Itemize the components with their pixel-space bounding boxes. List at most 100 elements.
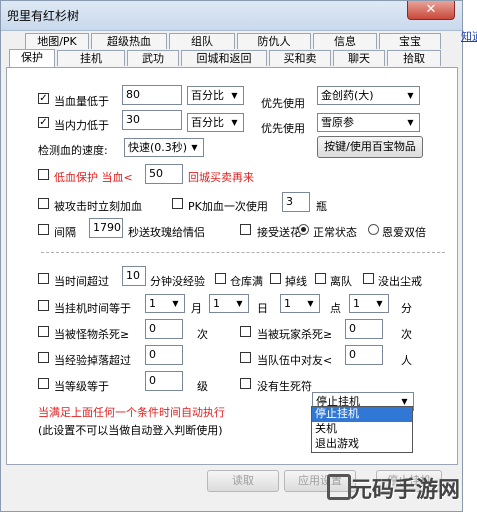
tab-martial[interactable]: 武功 bbox=[127, 50, 179, 66]
interval-checkbox[interactable] bbox=[38, 224, 49, 235]
no-dust-checkbox[interactable] bbox=[363, 273, 374, 284]
friend-label: 当队伍中对友< bbox=[257, 354, 333, 367]
mp-checkbox[interactable]: ✓ bbox=[38, 117, 49, 128]
action-option-shutdown[interactable]: 关机 bbox=[312, 422, 412, 437]
friend-input[interactable]: 0 bbox=[345, 345, 383, 365]
level-checkbox[interactable] bbox=[38, 378, 49, 389]
no-talisman-checkbox[interactable] bbox=[240, 378, 251, 389]
monster-kill-checkbox[interactable] bbox=[38, 326, 49, 337]
speed-select[interactable]: 快速(0.3秒) ▼ bbox=[124, 138, 204, 157]
close-button[interactable]: ✕ bbox=[407, 1, 455, 20]
hour-select[interactable]: 1 ▼ bbox=[280, 294, 320, 313]
tab-anti-enemy[interactable]: 防仇人 bbox=[237, 33, 311, 49]
level-input[interactable]: 0 bbox=[145, 371, 183, 391]
chevron-down-icon: ▼ bbox=[407, 118, 414, 127]
minute-value: 1 bbox=[353, 297, 360, 310]
chevron-down-icon: ▼ bbox=[231, 91, 238, 100]
warehouse-full-checkbox[interactable] bbox=[215, 273, 226, 284]
no-talisman-label: 没有生死符 bbox=[257, 380, 312, 393]
read-button[interactable]: 读取 bbox=[207, 470, 279, 492]
mp-unit-select[interactable]: 百分比 ▼ bbox=[187, 113, 244, 132]
time-over-checkbox[interactable] bbox=[38, 273, 49, 284]
time-over-suffix: 分钟没经验 bbox=[150, 275, 205, 288]
accept-flower-checkbox[interactable] bbox=[240, 224, 251, 235]
tab-hang[interactable]: 挂机 bbox=[57, 50, 125, 66]
no-dust-label: 没出尘戒 bbox=[378, 275, 422, 288]
action-dropdown-list: 停止挂机 关机 退出游戏 bbox=[311, 406, 413, 453]
exp-drop-checkbox[interactable] bbox=[38, 352, 49, 363]
app-window: 兜里有红杉树 ✕ 地图/PK 超级热血 组队 防仇人 信息 宝宝 保护 挂机 武… bbox=[0, 0, 463, 512]
interval-input[interactable]: 1790 bbox=[89, 218, 123, 238]
normal-state-radio[interactable] bbox=[298, 224, 309, 235]
tab-chat[interactable]: 聊天 bbox=[333, 50, 385, 66]
tab-protect[interactable]: 保护 bbox=[9, 49, 55, 67]
chevron-down-icon: ▼ bbox=[231, 118, 238, 127]
tab-buy-sell[interactable]: 买和卖 bbox=[269, 50, 331, 66]
love-double-radio[interactable] bbox=[368, 224, 379, 235]
action-option-stop-hang[interactable]: 停止挂机 bbox=[312, 407, 412, 422]
mp-unit-value: 百分比 bbox=[191, 116, 224, 129]
hp-checkbox[interactable]: ✓ bbox=[38, 93, 49, 104]
tab-info[interactable]: 信息 bbox=[313, 33, 377, 49]
exp-drop-input[interactable]: 0 bbox=[145, 345, 183, 365]
day-unit: 日 bbox=[257, 302, 268, 315]
friend-checkbox[interactable] bbox=[240, 352, 251, 363]
watermark-logo-icon bbox=[327, 474, 351, 500]
watermark: 元码手游网 bbox=[350, 478, 461, 503]
login-note: (此设置不可以当做自动登入判断使用) bbox=[38, 424, 223, 437]
tab-super-rage[interactable]: 超级热血 bbox=[91, 33, 167, 49]
mp-label: 当内力低于 bbox=[54, 119, 109, 132]
background-strip bbox=[463, 0, 477, 512]
level-label: 当等级等于 bbox=[54, 380, 109, 393]
low-hp-input[interactable]: 50 bbox=[145, 164, 183, 184]
tab-pickup[interactable]: 拾取 bbox=[387, 50, 441, 66]
title-bar: 兜里有红杉树 ✕ bbox=[1, 1, 462, 31]
low-hp-suffix: 回城买卖再来 bbox=[188, 171, 254, 184]
player-kill-checkbox[interactable] bbox=[240, 326, 251, 337]
mp-threshold-input[interactable]: 30 bbox=[122, 110, 182, 130]
chevron-down-icon: ▼ bbox=[236, 299, 243, 308]
disconnect-checkbox[interactable] bbox=[270, 273, 281, 284]
hp-priority-label: 优先使用 bbox=[261, 97, 305, 110]
pk-count-input[interactable]: 3 bbox=[282, 192, 310, 212]
team-leave-checkbox[interactable] bbox=[315, 273, 326, 284]
pk-label: PK加血一次使用 bbox=[188, 200, 268, 213]
tab-return-city[interactable]: 回城和返回 bbox=[181, 50, 267, 66]
mp-item-value: 雪原参 bbox=[321, 116, 354, 129]
attacked-checkbox[interactable] bbox=[38, 198, 49, 209]
love-double-label: 恩爱双倍 bbox=[382, 226, 426, 239]
low-hp-checkbox[interactable] bbox=[38, 169, 49, 180]
pk-checkbox[interactable] bbox=[172, 198, 183, 209]
attacked-label: 被攻击时立刻加血 bbox=[54, 200, 142, 213]
exp-drop-label: 当经验掉落超过 bbox=[54, 354, 131, 367]
hp-threshold-input[interactable]: 80 bbox=[122, 85, 182, 105]
hp-item-select[interactable]: 金创药(大) ▼ bbox=[317, 86, 420, 105]
hour-value: 1 bbox=[284, 297, 291, 310]
background-link[interactable]: 知道 bbox=[461, 28, 477, 44]
time-over-input[interactable]: 10 bbox=[122, 266, 146, 286]
tab-map-pk[interactable]: 地图/PK bbox=[25, 33, 89, 49]
month-value: 1 bbox=[149, 297, 156, 310]
tab-team[interactable]: 组队 bbox=[169, 33, 235, 49]
time-over-label: 当时间超过 bbox=[54, 275, 109, 288]
tab-pet[interactable]: 宝宝 bbox=[379, 33, 441, 49]
window-title: 兜里有红杉树 bbox=[7, 9, 80, 23]
day-select[interactable]: 1 ▼ bbox=[209, 294, 249, 313]
accept-flower-label: 接受送花 bbox=[257, 226, 301, 239]
hang-time-checkbox[interactable] bbox=[38, 300, 49, 311]
monster-kill-input[interactable]: 0 bbox=[145, 319, 183, 339]
mp-priority-label: 优先使用 bbox=[261, 122, 305, 135]
warehouse-full-label: 仓库满 bbox=[230, 275, 263, 288]
minute-select[interactable]: 1 ▼ bbox=[349, 294, 389, 313]
player-kill-input[interactable]: 0 bbox=[345, 319, 383, 339]
monster-kill-label: 当被怪物杀死≥ bbox=[54, 328, 130, 341]
disconnect-label: 掉线 bbox=[285, 275, 307, 288]
month-select[interactable]: 1 ▼ bbox=[145, 294, 185, 313]
action-option-quit-game[interactable]: 退出游戏 bbox=[312, 437, 412, 452]
hotkey-button[interactable]: 按键/使用百宝物品 bbox=[317, 136, 423, 158]
mp-item-select[interactable]: 雪原参 ▼ bbox=[317, 113, 420, 132]
speed-label: 检测血的速度: bbox=[38, 144, 108, 157]
divider bbox=[41, 252, 445, 253]
low-hp-label: 低血保护 当血< bbox=[54, 171, 133, 184]
hp-unit-select[interactable]: 百分比 ▼ bbox=[187, 86, 244, 105]
